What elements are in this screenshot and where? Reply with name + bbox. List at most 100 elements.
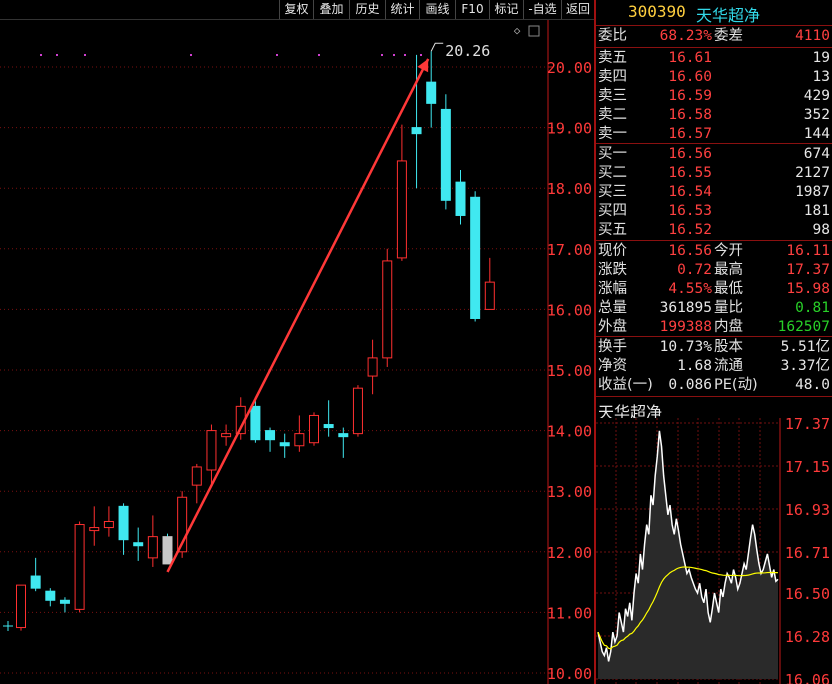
y-axis-label: 18.00 xyxy=(547,180,592,198)
fund-row: 收益(一) 0.086 PE(动) 48.0 xyxy=(596,376,832,395)
toolbar-button-5[interactable]: F10 xyxy=(455,0,489,19)
toolbar-button-0[interactable]: 复权 xyxy=(279,0,313,19)
fund-value: 0.086 xyxy=(668,377,712,393)
toolbar: 复权 叠加 历史 统计 画线 F10 标记 -自选 返回 xyxy=(0,0,594,20)
mini-y-label: 16.93 xyxy=(785,501,830,519)
stat-label: 内盘 xyxy=(714,319,743,335)
bid-row: 买一 16.56 674 xyxy=(596,145,832,164)
marker-dot xyxy=(276,54,278,56)
bid-row: 买二 16.55 2127 xyxy=(596,164,832,183)
fund-value: 10.73% xyxy=(659,339,712,355)
fund-label: PE(动) xyxy=(714,377,758,393)
bid-price: 16.54 xyxy=(668,184,712,200)
y-axis-label: 16.00 xyxy=(547,301,592,319)
candle-body xyxy=(352,387,363,435)
marker-dot xyxy=(40,54,42,56)
stat-value: 162507 xyxy=(777,319,830,335)
stat-value: 15.98 xyxy=(786,281,830,297)
ask-row: 卖一 16.57 144 xyxy=(596,125,832,144)
toolbar-button-6[interactable]: 标记 xyxy=(489,0,523,19)
candle-body xyxy=(89,527,100,532)
weibi-value: 68.23% xyxy=(659,28,712,44)
ask-label: 卖五 xyxy=(598,50,627,66)
candle-body xyxy=(294,433,305,447)
stat-label: 外盘 xyxy=(598,319,627,335)
toolbar-button-1[interactable]: 叠加 xyxy=(313,0,349,19)
candle-body xyxy=(191,466,202,486)
stat-label: 现价 xyxy=(598,243,627,259)
ask-price: 16.58 xyxy=(668,107,712,123)
toolbar-button-7[interactable]: -自选 xyxy=(523,0,561,19)
candle-body xyxy=(382,260,393,359)
ask-label: 卖四 xyxy=(598,69,627,85)
candle-body xyxy=(455,181,466,216)
fund-value: 1.68 xyxy=(677,358,712,374)
candle-body xyxy=(367,357,378,377)
toolbar-button-8[interactable]: 返回 xyxy=(561,0,594,19)
candle-body xyxy=(484,281,495,310)
mini-y-label: 16.06 xyxy=(785,671,830,684)
stat-row: 总量 361895 量比 0.81 xyxy=(596,299,832,318)
ask-volume: 144 xyxy=(803,126,830,142)
weicha-label: 委差 xyxy=(714,28,743,44)
ask-row: 卖四 16.60 13 xyxy=(596,68,832,87)
bid-row: 买五 16.52 98 xyxy=(596,221,832,240)
candle-body xyxy=(396,160,407,259)
intraday-chart[interactable]: 17.37 17.15 16.93 16.71 16.50 16.28 16.06 xyxy=(596,418,832,684)
candle-body xyxy=(338,433,349,438)
y-axis-label: 12.00 xyxy=(547,544,592,562)
fund-value: 5.51亿 xyxy=(780,339,830,355)
stock-code: 300390 xyxy=(628,2,686,21)
fund-value: 48.0 xyxy=(795,377,830,393)
bid-price: 16.53 xyxy=(668,203,712,219)
stat-label: 涨跌 xyxy=(598,262,627,278)
y-axis-label: 10.00 xyxy=(547,665,592,683)
candle-body xyxy=(221,433,232,438)
stat-row: 现价 16.56 今开 16.11 xyxy=(596,242,832,261)
marker-dot xyxy=(381,54,383,56)
scroll-icon: ◇ xyxy=(514,24,521,37)
ask-volume: 19 xyxy=(812,50,830,66)
ask-label: 卖三 xyxy=(598,88,627,104)
toolbar-button-4[interactable]: 画线 xyxy=(419,0,455,19)
toolbar-button-2[interactable]: 历史 xyxy=(349,0,385,19)
ask-row: 卖三 16.59 429 xyxy=(596,87,832,106)
fund-label: 换手 xyxy=(598,339,627,355)
y-axis-label: 19.00 xyxy=(547,120,592,138)
fund-value: 3.37亿 xyxy=(780,358,830,374)
stock-header: 300390 天华超净 xyxy=(596,2,832,25)
bid-volume: 1987 xyxy=(795,184,830,200)
candle-body xyxy=(265,430,276,441)
candle-body xyxy=(250,405,261,441)
bid-volume: 674 xyxy=(803,146,830,162)
toolbar-button-3[interactable]: 统计 xyxy=(385,0,419,19)
marker-dot xyxy=(393,54,395,56)
candle-body xyxy=(162,536,173,565)
stat-label: 总量 xyxy=(598,300,627,316)
mini-y-label: 16.50 xyxy=(785,585,830,603)
candle-body xyxy=(470,196,481,319)
ask-price: 16.57 xyxy=(668,126,712,142)
stock-name: 天华超净 xyxy=(696,6,761,25)
bid-label: 买一 xyxy=(598,146,627,162)
candle-body xyxy=(118,505,129,541)
kline-chart[interactable]: 20.00 19.00 18.00 17.00 16.00 15.00 14.00 13.00… xyxy=(0,20,594,684)
y-axis-label: 11.00 xyxy=(547,604,592,622)
marker-dot xyxy=(190,54,192,56)
y-axis-label: 17.00 xyxy=(547,241,592,259)
ask-volume: 429 xyxy=(803,88,830,104)
ask-label: 卖一 xyxy=(598,126,627,142)
candle-body xyxy=(30,575,41,589)
fund-label: 收益(一) xyxy=(598,377,653,393)
mini-y-label: 16.71 xyxy=(785,544,830,562)
bid-label: 买五 xyxy=(598,222,627,238)
candle-body xyxy=(103,521,114,529)
candle-body xyxy=(309,414,319,444)
candle-body xyxy=(16,584,26,629)
bid-row: 买三 16.54 1987 xyxy=(596,183,832,202)
fund-label: 流通 xyxy=(714,358,743,374)
marker-dot xyxy=(318,54,320,56)
y-axis-label: 20.00 xyxy=(547,59,592,77)
marker-dot xyxy=(404,54,406,56)
stat-value: 199388 xyxy=(659,319,712,335)
